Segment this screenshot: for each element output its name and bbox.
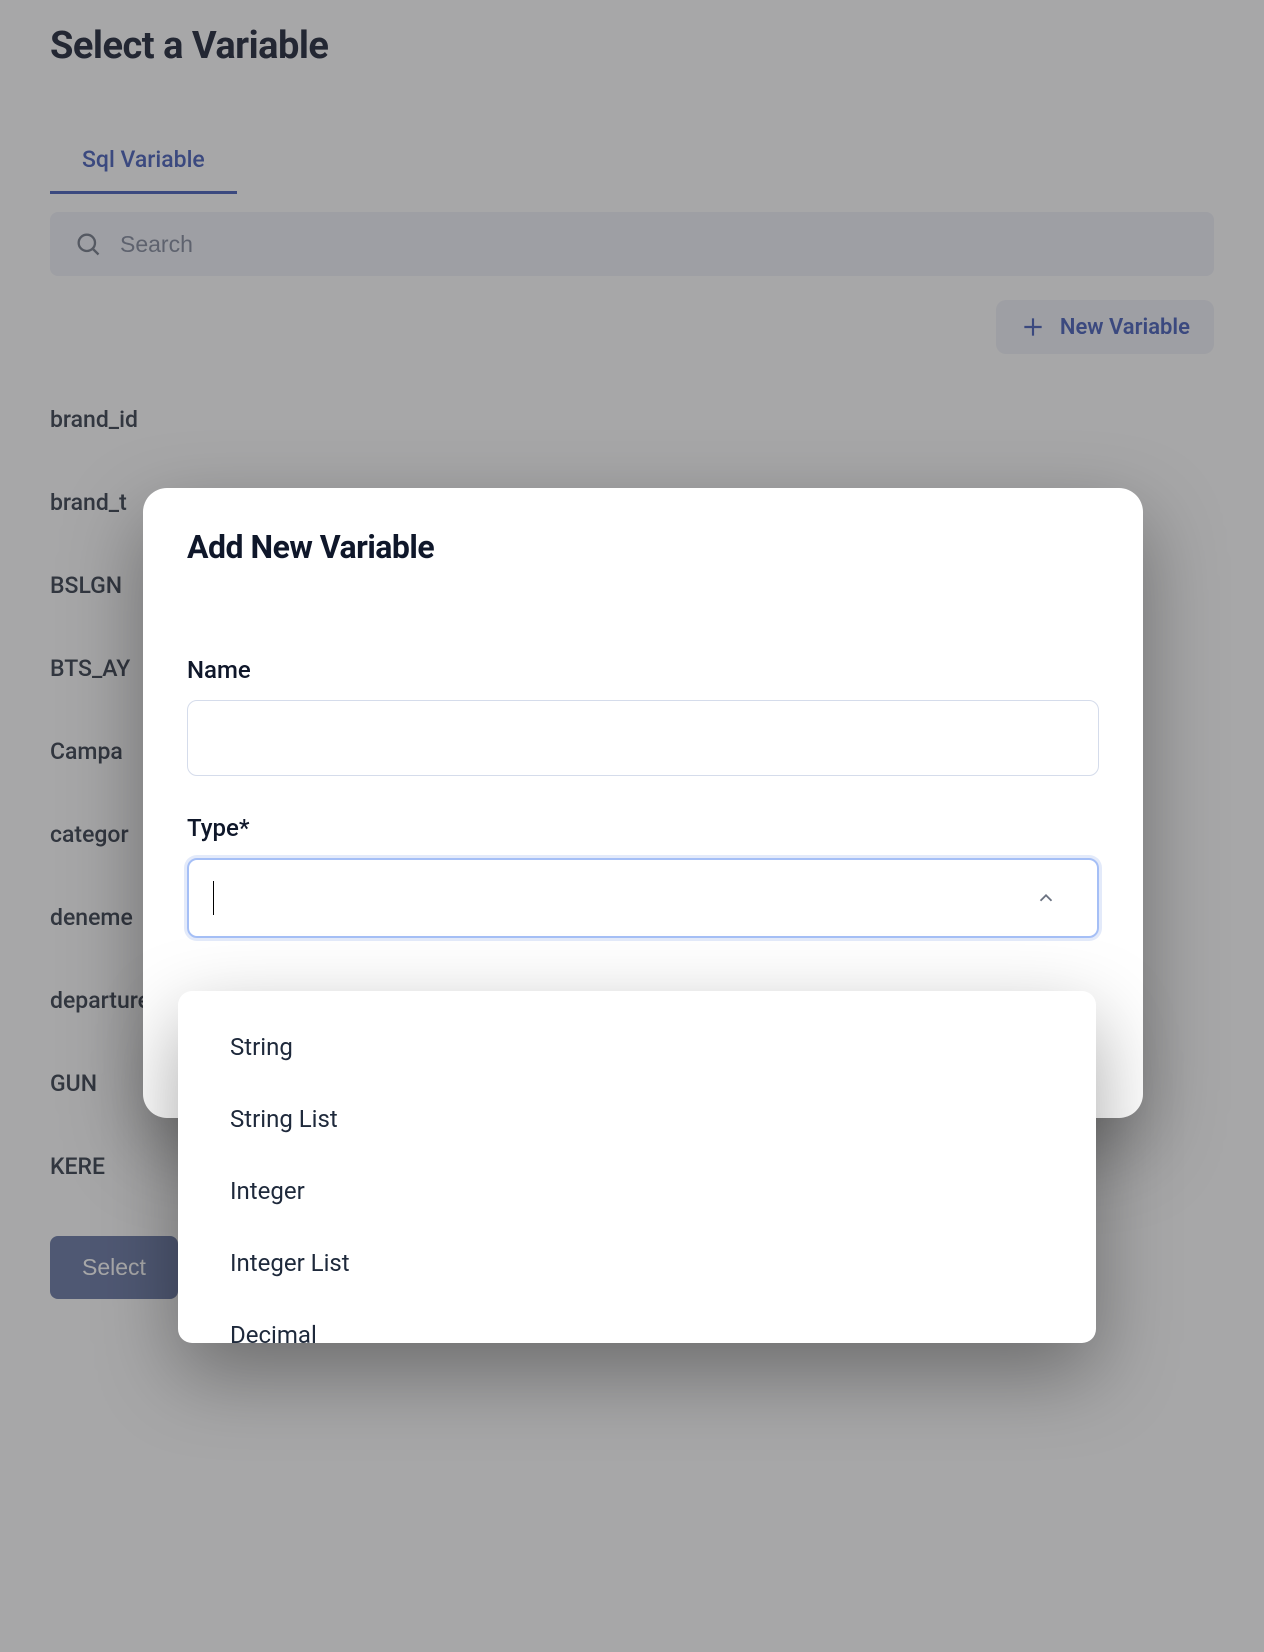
name-label: Name — [187, 656, 1099, 684]
dropdown-option[interactable]: Integer List — [206, 1227, 1068, 1299]
type-label: Type* — [187, 814, 1099, 842]
modal-title: Add New Variable — [187, 528, 1099, 566]
dropdown-option[interactable]: String List — [206, 1083, 1068, 1155]
type-dropdown: String String List Integer Integer List … — [178, 991, 1096, 1343]
type-select[interactable] — [187, 858, 1099, 938]
chevron-up-icon — [1035, 887, 1057, 909]
text-cursor — [213, 881, 214, 915]
name-input[interactable] — [187, 700, 1099, 776]
dropdown-inner: String String List Integer Integer List … — [206, 1011, 1068, 1343]
dropdown-option[interactable]: Decimal — [206, 1299, 1068, 1343]
dropdown-option[interactable]: String — [206, 1011, 1068, 1083]
dropdown-option[interactable]: Integer — [206, 1155, 1068, 1227]
